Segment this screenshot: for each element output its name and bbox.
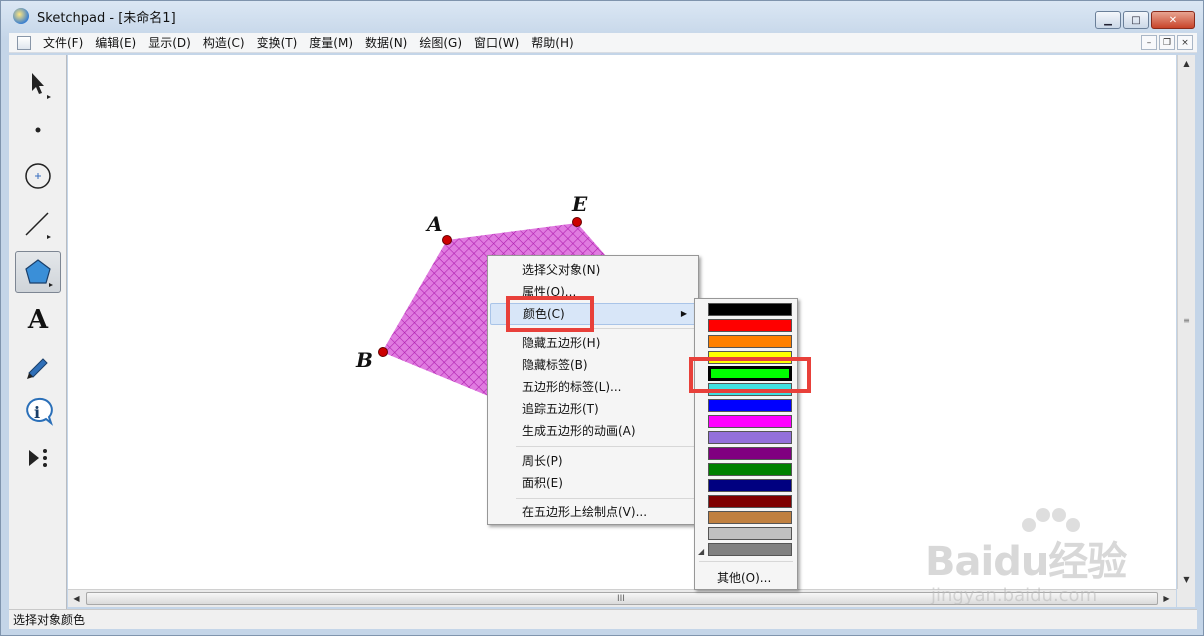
- color-submenu: ◢ 其他(O)...: [694, 298, 798, 590]
- vertical-scrollbar[interactable]: ▲ ≡ ▼: [1177, 55, 1195, 589]
- menu-separator: [516, 446, 694, 447]
- menu-bar: 文件(F) 编辑(E) 显示(D) 构造(C) 变换(T) 度量(M) 数据(N…: [9, 33, 1197, 53]
- menu-help[interactable]: 帮助(H): [525, 34, 579, 51]
- menu-transform[interactable]: 变换(T): [251, 34, 304, 51]
- menu-data[interactable]: 数据(N): [359, 34, 413, 51]
- other-color-button[interactable]: 其他(O)...: [717, 569, 771, 586]
- color-swatch-magenta[interactable]: [708, 415, 792, 428]
- minimize-button[interactable]: ▁: [1095, 11, 1121, 29]
- color-swatch-dark-green[interactable]: [708, 463, 792, 476]
- watermark-brand: Baidu经验: [925, 539, 1127, 585]
- menu-item-animate-pentagon[interactable]: 生成五边形的动画(A): [490, 420, 696, 442]
- information-tool[interactable]: i: [15, 391, 61, 433]
- title-bar[interactable]: Sketchpad - [未命名1] ▁ □ ✕: [1, 1, 1203, 31]
- color-swatch-orange[interactable]: [708, 335, 792, 348]
- color-swatch-maroon[interactable]: [708, 495, 792, 508]
- resize-grip-icon: ◢: [698, 547, 705, 556]
- menu-item-select-parent[interactable]: 选择父对象(N): [490, 259, 696, 281]
- color-swatch-navy[interactable]: [708, 479, 792, 492]
- color-swatch-black[interactable]: [708, 303, 792, 316]
- color-swatch-light-gray[interactable]: [708, 527, 792, 540]
- document-controls: – ❐ ×: [1141, 35, 1193, 50]
- menu-construct[interactable]: 构造(C): [197, 34, 251, 51]
- point-a[interactable]: [442, 235, 452, 245]
- polygon-icon: [25, 259, 53, 287]
- text-icon: A: [27, 305, 49, 335]
- toolbox: A i: [9, 55, 67, 609]
- color-swatch-purple[interactable]: [708, 447, 792, 460]
- window-controls: ▁ □ ✕: [1095, 11, 1195, 29]
- menu-item-area[interactable]: 面积(E): [490, 472, 696, 494]
- highlight-box-color-item: [506, 296, 594, 332]
- menu-file[interactable]: 文件(F): [37, 34, 89, 51]
- doc-minimize-button[interactable]: –: [1141, 35, 1157, 50]
- scroll-up-icon[interactable]: ▲: [1178, 55, 1195, 72]
- point-e[interactable]: [572, 217, 582, 227]
- point-b[interactable]: [378, 347, 388, 357]
- menu-separator: [516, 498, 694, 499]
- baidu-watermark: Baidu经验 jingyan.baidu.com: [913, 508, 1163, 609]
- point-tool[interactable]: [15, 109, 61, 151]
- submenu-arrow-icon: ▶: [680, 309, 687, 318]
- menu-item-point-on-pentagon[interactable]: 在五边形上绘制点(V)...: [490, 501, 696, 523]
- straightedge-tool[interactable]: [15, 203, 61, 245]
- maximize-button[interactable]: □: [1123, 11, 1149, 29]
- point-icon: [35, 127, 41, 133]
- arrow-tool[interactable]: [15, 63, 61, 105]
- watermark-domain: jingyan.baidu.com: [931, 585, 1098, 606]
- color-swatch-red[interactable]: [708, 319, 792, 332]
- color-swatch-gray[interactable]: [708, 543, 792, 556]
- status-bar: 选择对象颜色: [9, 609, 1197, 629]
- scroll-thumb-grip-icon[interactable]: ≡: [1181, 313, 1192, 329]
- h-scroll-grip-icon: III: [617, 594, 625, 604]
- menu-separator: [699, 561, 793, 562]
- scroll-down-icon[interactable]: ▼: [1178, 571, 1195, 588]
- label-a[interactable]: A: [425, 212, 443, 236]
- color-swatch-lavender[interactable]: [708, 431, 792, 444]
- window-title: Sketchpad - [未命名1]: [37, 10, 176, 26]
- close-button[interactable]: ✕: [1151, 11, 1195, 29]
- information-icon: i: [26, 397, 54, 426]
- polygon-tool[interactable]: [15, 251, 61, 293]
- svg-text:i: i: [34, 403, 40, 422]
- document-icon[interactable]: [17, 35, 31, 50]
- sketchpad-app-icon: [13, 8, 29, 24]
- status-text: 选择对象颜色: [13, 613, 86, 627]
- arrow-select-icon: [32, 73, 51, 99]
- menu-item-hide-pentagon[interactable]: 隐藏五边形(H): [490, 332, 696, 354]
- menu-item-perimeter[interactable]: 周长(P): [490, 450, 696, 472]
- straightedge-icon: [25, 212, 51, 239]
- label-e[interactable]: E: [571, 192, 588, 216]
- custom-tool[interactable]: [15, 437, 61, 479]
- menu-item-pentagon-label[interactable]: 五边形的标签(L)...: [490, 376, 696, 398]
- marker-pen-icon: [27, 358, 48, 379]
- compass-circle-icon: [25, 163, 51, 189]
- label-b[interactable]: B: [355, 348, 373, 372]
- sketchpad-window: Sketchpad - [未命名1] ▁ □ ✕ 文件(F) 编辑(E) 显示(…: [0, 0, 1204, 636]
- text-tool[interactable]: A: [15, 299, 61, 341]
- marker-tool[interactable]: [15, 345, 61, 387]
- doc-close-button[interactable]: ×: [1177, 35, 1193, 50]
- menu-display[interactable]: 显示(D): [142, 34, 197, 51]
- custom-tool-icon: [29, 449, 47, 467]
- highlight-box-green-swatch: [689, 357, 811, 393]
- scrollbar-corner: [1177, 589, 1195, 607]
- menu-edit[interactable]: 编辑(E): [89, 34, 142, 51]
- menu-item-trace-pentagon[interactable]: 追踪五边形(T): [490, 398, 696, 420]
- menu-measure[interactable]: 度量(M): [303, 34, 359, 51]
- menu-graph[interactable]: 绘图(G): [413, 34, 468, 51]
- scroll-left-icon[interactable]: ◀: [68, 590, 85, 607]
- compass-tool[interactable]: [15, 155, 61, 197]
- color-swatch-brown[interactable]: [708, 511, 792, 524]
- color-swatch-blue[interactable]: [708, 399, 792, 412]
- menu-item-hide-label[interactable]: 隐藏标签(B): [490, 354, 696, 376]
- doc-restore-button[interactable]: ❐: [1159, 35, 1175, 50]
- menu-window[interactable]: 窗口(W): [468, 34, 525, 51]
